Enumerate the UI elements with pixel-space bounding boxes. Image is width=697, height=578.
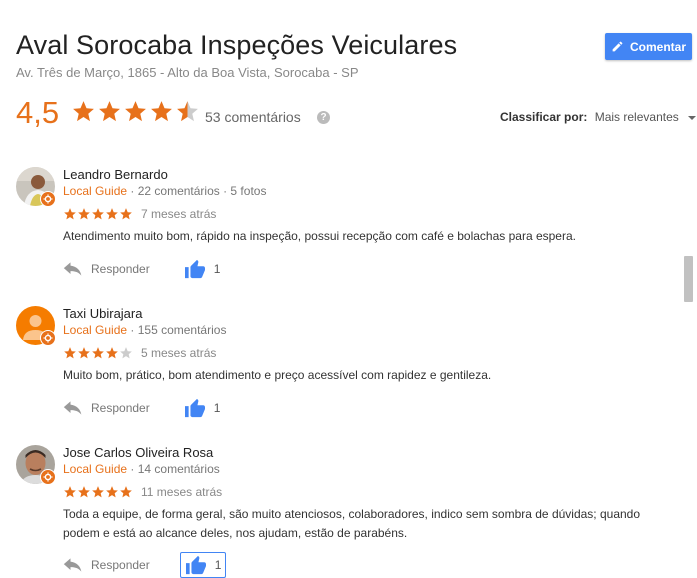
star-filled-icon — [78, 208, 90, 220]
pencil-icon — [612, 41, 623, 52]
review-text: Atendimento muito bom, rápido na inspeçã… — [63, 229, 576, 243]
like-count: 1 — [214, 558, 222, 572]
rating-summary: 4,5 53 comentários ? Classificar por: Ma… — [16, 95, 697, 135]
like-button[interactable]: 1 — [180, 257, 225, 281]
reviewer-meta: Local Guide · 155 comentários — [63, 323, 226, 337]
star-filled-icon — [120, 208, 132, 220]
review-actions: Responder 1 — [63, 396, 224, 420]
like-button[interactable]: 1 — [179, 552, 227, 578]
star-filled-icon — [106, 208, 118, 220]
reviewer-meta: Local Guide · 22 comentários · 5 fotos — [63, 184, 266, 198]
local-guide-label: Local Guide — [63, 462, 128, 476]
like-button[interactable]: 1 — [180, 396, 225, 420]
star-filled-icon — [73, 101, 94, 122]
review-text: Muito bom, prático, bom atendimento e pr… — [63, 368, 492, 382]
reviewer-meta: Local Guide · 14 comentários — [63, 462, 220, 476]
business-address: Av. Três de Março, 1865 - Alto da Boa Vi… — [16, 65, 359, 80]
review-stars — [63, 207, 133, 221]
review-stars — [63, 485, 133, 499]
avatar[interactable] — [16, 445, 56, 485]
local-guide-label: Local Guide — [63, 323, 128, 337]
sort-dropdown[interactable]: Classificar por: Mais relevantes — [500, 110, 697, 124]
review-date: 5 meses atrás — [141, 346, 217, 360]
scrollbar-thumb[interactable] — [684, 256, 693, 302]
thumbs-up-icon — [184, 259, 205, 279]
review-date: 11 meses atrás — [141, 485, 223, 499]
local-guide-label: Local Guide — [63, 184, 128, 198]
star-filled-icon — [92, 486, 104, 498]
avatar[interactable] — [16, 167, 56, 207]
comment-button[interactable]: Comentar — [605, 33, 692, 60]
thumbs-up-icon — [185, 555, 206, 575]
star-filled-icon — [64, 486, 76, 498]
star-filled-icon — [125, 101, 146, 122]
place-header: Aval Sorocaba Inspeções Veiculares Av. T… — [16, 30, 686, 80]
reply-label: Responder — [91, 401, 150, 415]
review-text: Toda a equipe, de forma geral, são muito… — [63, 507, 641, 540]
reply-icon — [63, 558, 82, 572]
star-filled-icon — [106, 347, 118, 359]
like-count: 1 — [213, 401, 221, 415]
local-guide-badge-icon — [40, 469, 56, 485]
reply-button[interactable]: Responder — [63, 558, 150, 572]
reply-button[interactable]: Responder — [63, 401, 150, 415]
local-guide-badge-icon — [40, 191, 56, 207]
reply-icon — [63, 401, 82, 415]
reply-button[interactable]: Responder — [63, 262, 150, 276]
comment-button-label: Comentar — [629, 39, 686, 54]
review-actions: Responder 1 — [63, 552, 227, 578]
review-item: Taxi Ubirajara Local Guide · 155 comentá… — [16, 306, 676, 426]
reviewer-name[interactable]: Taxi Ubirajara — [63, 306, 142, 321]
reply-icon — [63, 262, 82, 276]
page-title: Aval Sorocaba Inspeções Veiculares — [16, 30, 458, 60]
local-guide-badge-icon — [40, 330, 56, 346]
review-actions: Responder 1 — [63, 257, 224, 281]
thumbs-up-icon — [184, 398, 205, 418]
review-rating: 5 meses atrás — [63, 346, 216, 360]
sort-label: Classificar por: — [500, 110, 588, 124]
star-filled-icon — [99, 101, 120, 122]
reviewer-stats: · 155 comentários — [130, 323, 227, 337]
reply-label: Responder — [91, 262, 150, 276]
average-rating: 4,5 — [16, 95, 60, 130]
reviewer-stats: · 22 comentários · 5 fotos — [130, 184, 267, 198]
like-count: 1 — [213, 262, 221, 276]
star-filled-icon — [106, 486, 118, 498]
star-filled-icon — [92, 208, 104, 220]
sort-value: Mais relevantes — [594, 110, 679, 124]
average-stars — [71, 99, 200, 124]
review-rating: 11 meses atrás — [63, 485, 222, 499]
star-filled-icon — [151, 101, 172, 122]
star-empty-icon — [120, 347, 132, 359]
reply-label: Responder — [91, 558, 150, 572]
help-icon[interactable]: ? — [317, 111, 330, 124]
avatar[interactable] — [16, 306, 56, 346]
review-stars — [63, 346, 133, 360]
star-filled-icon — [78, 486, 90, 498]
reviewer-name[interactable]: Leandro Bernardo — [63, 167, 168, 182]
review-item: Leandro Bernardo Local Guide · 22 coment… — [16, 167, 676, 287]
star-filled-icon — [64, 208, 76, 220]
review-date: 7 meses atrás — [141, 207, 217, 221]
star-filled-icon — [64, 347, 76, 359]
reviewer-stats: · 14 comentários — [130, 462, 220, 476]
caret-down-icon — [688, 115, 697, 120]
star-filled-icon — [92, 347, 104, 359]
star-filled-icon — [78, 347, 90, 359]
star-half-icon — [177, 101, 198, 122]
review-count[interactable]: 53 comentários — [205, 109, 301, 125]
review-item: Jose Carlos Oliveira Rosa Local Guide · … — [16, 445, 676, 578]
review-rating: 7 meses atrás — [63, 207, 216, 221]
reviewer-name[interactable]: Jose Carlos Oliveira Rosa — [63, 445, 213, 460]
star-filled-icon — [120, 486, 132, 498]
